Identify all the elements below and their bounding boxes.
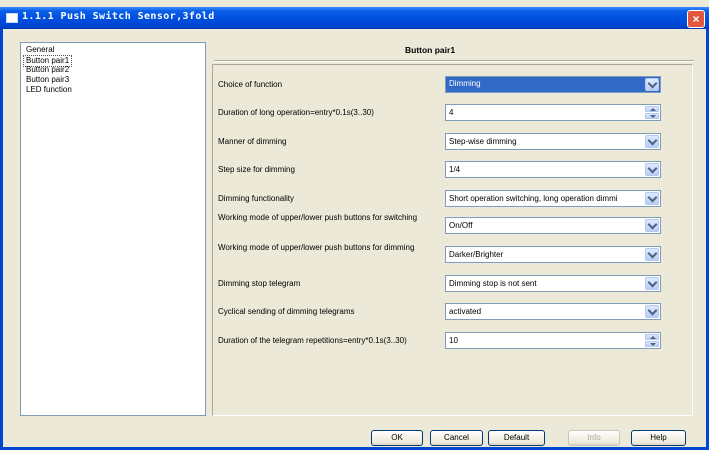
telegram-repetitions-spinner[interactable]: 10 [445, 332, 661, 349]
dialog-window: 1.1.1 Push Switch Sensor,3fold × General… [0, 0, 709, 450]
chevron-down-icon[interactable] [645, 277, 659, 290]
default-button[interactable]: Default [488, 430, 545, 446]
long-operation-duration-spinner[interactable]: 4 [445, 104, 661, 121]
spinner-value: 10 [449, 336, 458, 345]
chevron-down-icon[interactable] [645, 135, 659, 148]
spinner-control[interactable] [645, 106, 659, 119]
param-label-switching-mode: Working mode of upper/lower push buttons… [218, 213, 418, 222]
dropdown-value: Darker/Brighter [449, 250, 504, 259]
window-title: 1.1.1 Push Switch Sensor,3fold [22, 11, 215, 22]
step-size-dropdown[interactable]: 1/4 [445, 161, 661, 178]
manner-of-dimming-dropdown[interactable]: Step-wise dimming [445, 133, 661, 150]
help-button[interactable]: Help [631, 430, 686, 446]
chevron-down-icon[interactable] [645, 192, 659, 205]
switching-mode-dropdown[interactable]: On/Off [445, 217, 661, 234]
dropdown-value: Step-wise dimming [449, 137, 517, 146]
title-bar[interactable]: 1.1.1 Push Switch Sensor,3fold × [0, 7, 709, 29]
title-divider [214, 60, 694, 62]
dropdown-value: Short operation switching, long operatio… [449, 194, 618, 203]
choice-of-function-dropdown[interactable]: Dimming [445, 76, 661, 93]
param-label-cyclical-sending: Cyclical sending of dimming telegrams [218, 307, 355, 316]
chevron-down-icon[interactable] [645, 248, 659, 261]
dropdown-value: 1/4 [449, 165, 461, 174]
cancel-button[interactable]: Cancel [430, 430, 483, 446]
param-label-dimming-mode: Working mode of upper/lower push buttons… [218, 243, 415, 252]
parameter-tree: General Button pair1 Button pair2 Button… [20, 42, 206, 416]
tree-item-led-function[interactable]: LED function [24, 85, 74, 95]
spinner-value: 4 [449, 108, 454, 117]
dimming-functionality-dropdown[interactable]: Short operation switching, long operatio… [445, 190, 661, 207]
page-title: Button pair1 [405, 45, 456, 55]
window-app-icon [6, 13, 18, 23]
param-label-long-operation-duration: Duration of long operation=entry*0.1s(3.… [218, 108, 374, 117]
dropdown-value: Dimming stop is not sent [449, 279, 537, 288]
spin-up-icon[interactable] [645, 334, 659, 340]
close-button[interactable]: × [687, 10, 705, 28]
spinner-control[interactable] [645, 334, 659, 347]
chevron-down-icon[interactable] [645, 163, 659, 176]
tree-item-button-pair3[interactable]: Button pair3 [24, 75, 71, 85]
info-button[interactable]: Info [568, 430, 620, 446]
param-label-choice-of-function: Choice of function [218, 80, 283, 89]
chevron-down-icon[interactable] [645, 78, 659, 91]
param-label-manner-of-dimming: Manner of dimming [218, 137, 287, 146]
spin-down-icon[interactable] [645, 113, 659, 119]
cyclical-sending-dropdown[interactable]: activated [445, 303, 661, 320]
param-label-dimming-functionality: Dimming functionality [218, 194, 295, 203]
dropdown-value: activated [449, 307, 482, 316]
dimming-mode-dropdown[interactable]: Darker/Brighter [445, 246, 661, 263]
param-label-step-size: Step size for dimming [218, 165, 295, 174]
param-label-telegram-repetitions: Duration of the telegram repetitions=ent… [218, 336, 407, 345]
spin-down-icon[interactable] [645, 341, 659, 347]
tree-item-general[interactable]: General [24, 45, 56, 55]
chevron-down-icon[interactable] [645, 305, 659, 318]
spin-up-icon[interactable] [645, 106, 659, 112]
dropdown-value: On/Off [449, 221, 473, 230]
tree-item-button-pair2[interactable]: Button pair2 [24, 65, 71, 75]
ok-button[interactable]: OK [371, 430, 423, 446]
dimming-stop-dropdown[interactable]: Dimming stop is not sent [445, 275, 661, 292]
dropdown-value: Dimming [449, 79, 481, 88]
param-label-dimming-stop: Dimming stop telegram [218, 279, 301, 288]
chevron-down-icon[interactable] [645, 219, 659, 232]
